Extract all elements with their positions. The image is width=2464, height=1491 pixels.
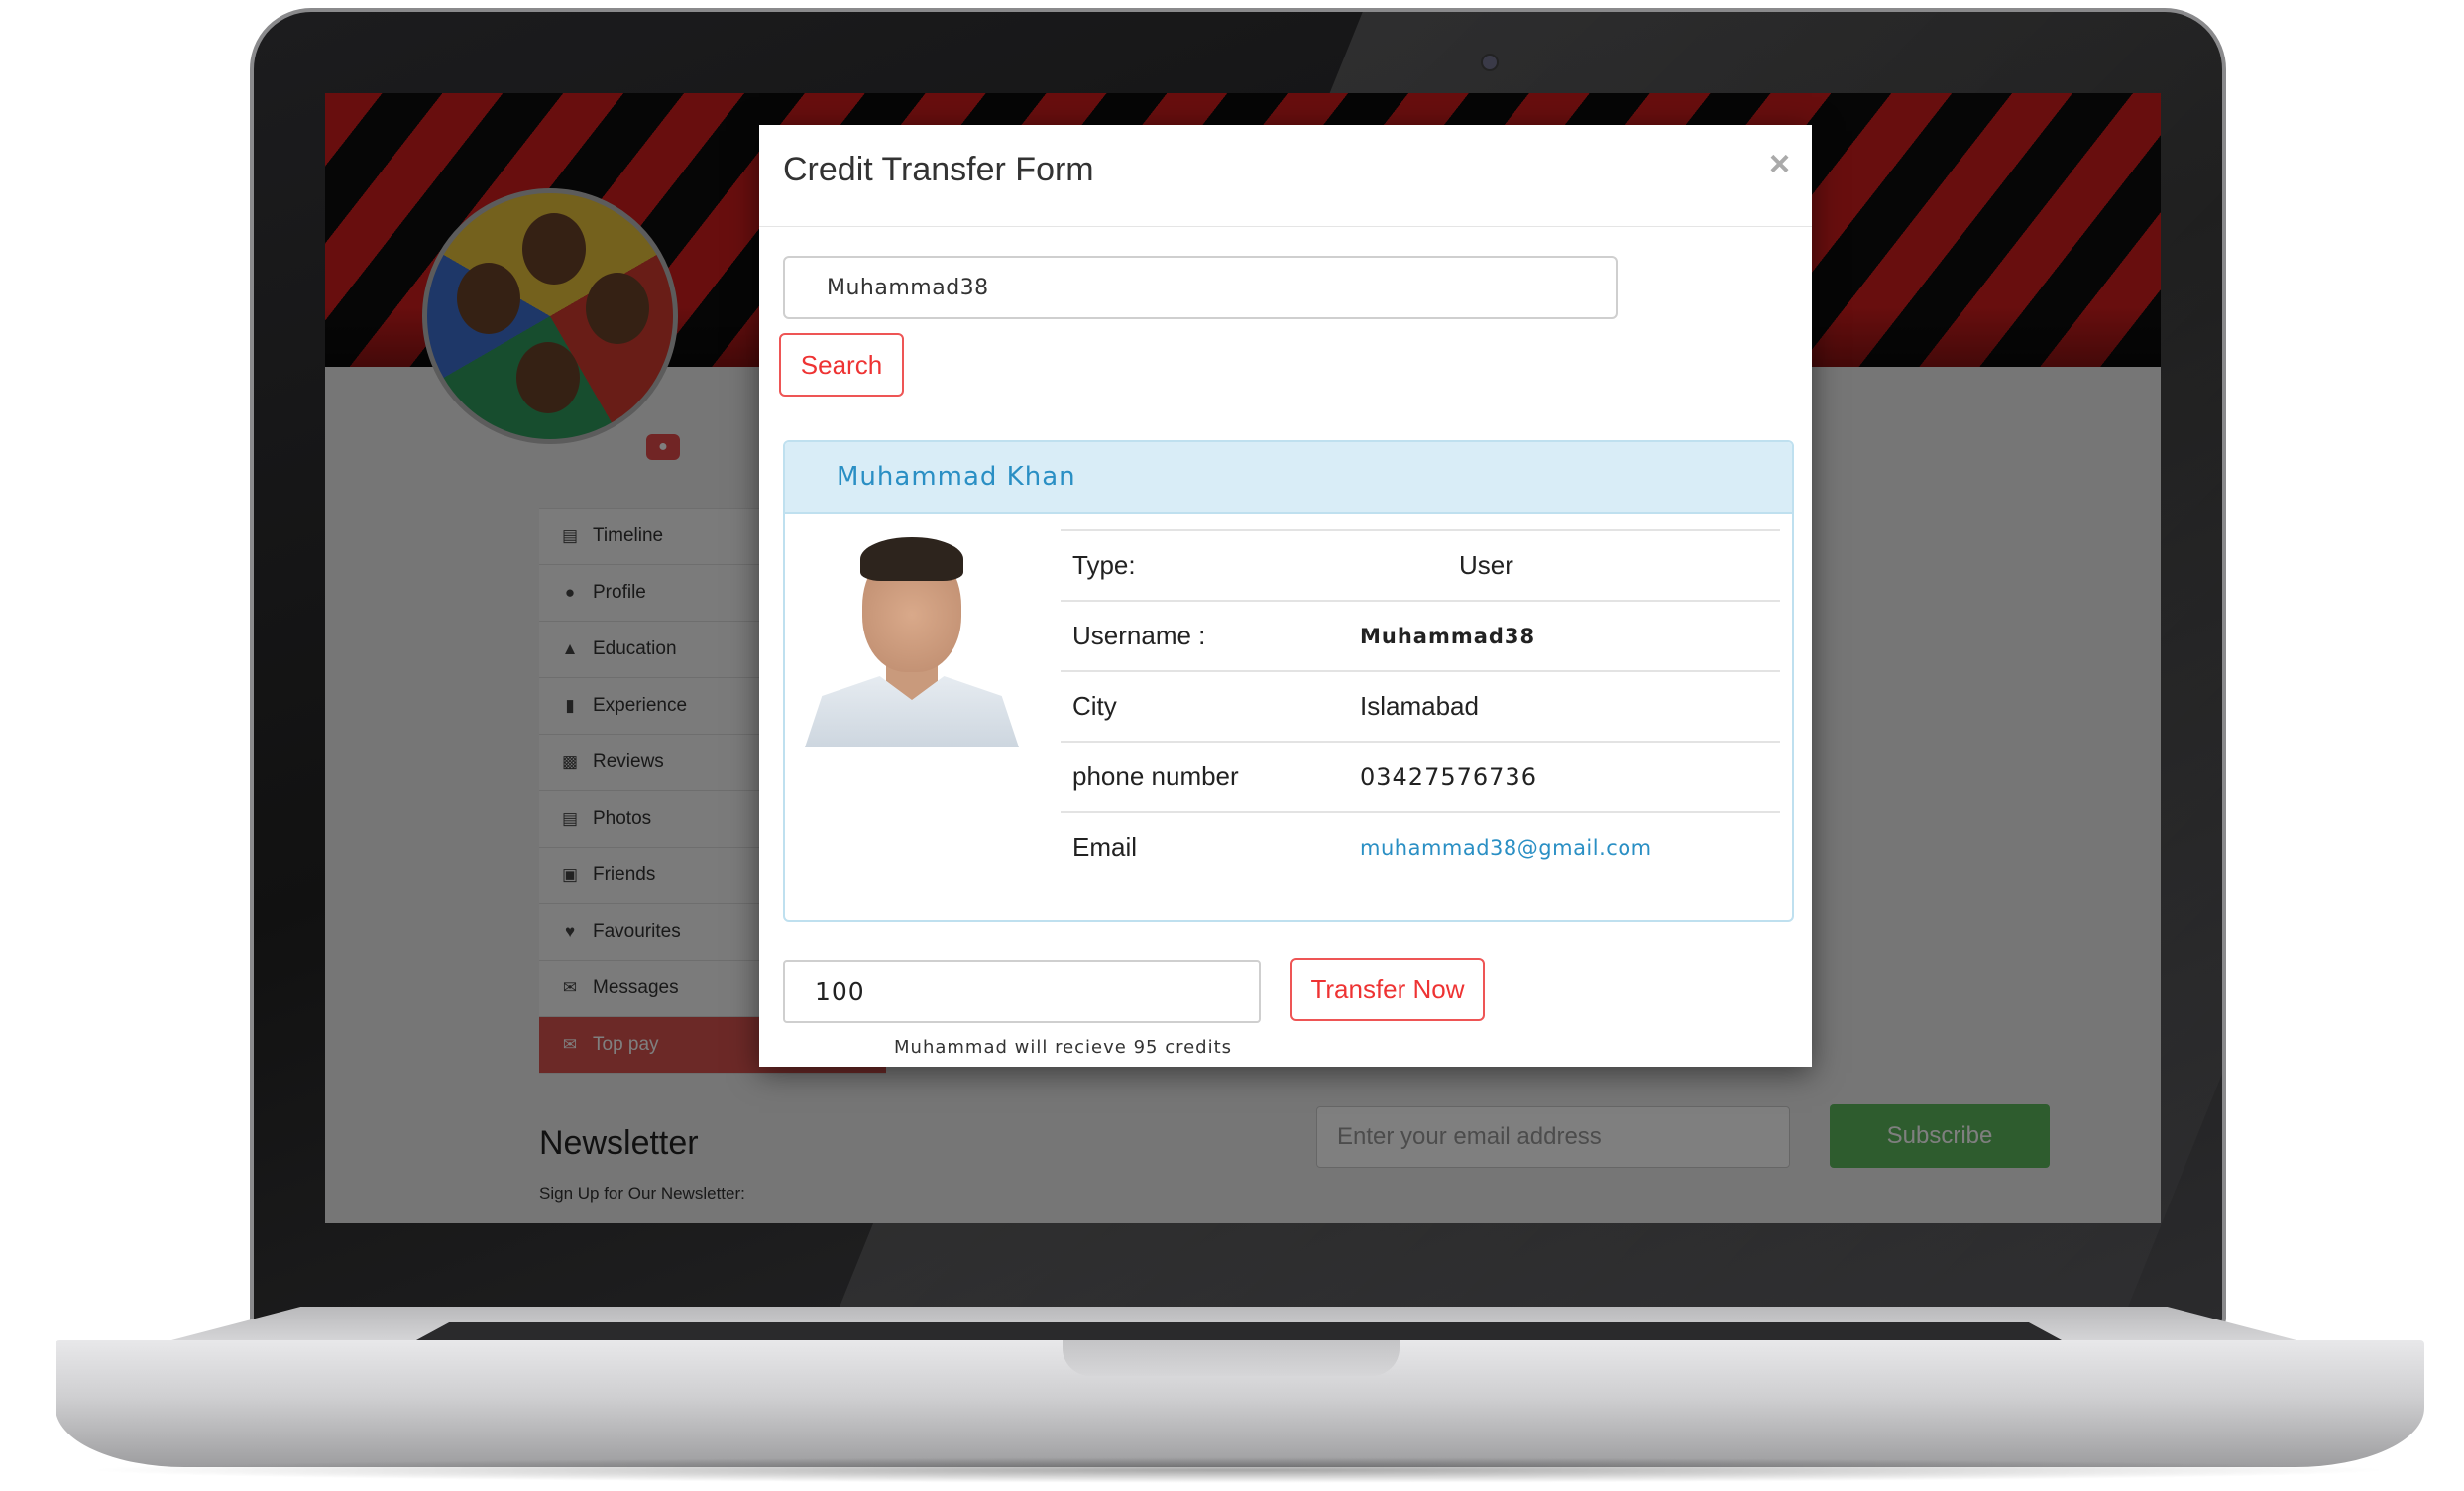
receive-credits-hint: Muhammad will recieve 95 credits [894, 1037, 1233, 1058]
keyboard-edge [416, 1322, 2062, 1340]
field-label: Email [1061, 811, 1360, 881]
user-details-table: Type: User Username : Muhammad38 City Is… [1061, 529, 1780, 881]
field-value-city: Islamabad [1360, 670, 1780, 742]
laptop-shadow [79, 1457, 2399, 1483]
field-value-type: User [1360, 529, 1780, 601]
field-label: Type: [1061, 529, 1360, 601]
user-photo [805, 533, 1019, 747]
field-value-username: Muhammad38 [1360, 600, 1780, 671]
table-row: phone number 03427576736 [1061, 741, 1780, 812]
laptop-screen: ● ▤ Timeline ● Profile ▲ Education ▮ Exp… [325, 93, 2161, 1223]
search-button[interactable]: Search [779, 333, 904, 397]
field-value-phone: 03427576736 [1360, 741, 1780, 812]
table-row: Username : Muhammad38 [1061, 600, 1780, 671]
field-label: City [1061, 670, 1360, 742]
laptop-notch [1063, 1340, 1400, 1376]
user-info-panel: Muhammad Khan Type: User Username : Muha… [783, 440, 1794, 922]
modal-title: Credit Transfer Form [783, 151, 1094, 188]
close-icon[interactable]: × [1769, 143, 1790, 184]
field-label: phone number [1061, 741, 1360, 812]
table-row: Email muhammad38@gmail.com [1061, 811, 1780, 881]
credit-transfer-modal: Credit Transfer Form × Muhammad38 Search… [759, 125, 1812, 1067]
photo-hair [860, 537, 963, 581]
credit-amount-input[interactable]: 100 [783, 960, 1261, 1023]
transfer-now-button[interactable]: Transfer Now [1290, 958, 1485, 1021]
table-row: Type: User [1061, 529, 1780, 601]
modal-header: Credit Transfer Form × [759, 125, 1812, 227]
username-search-input[interactable]: Muhammad38 [783, 256, 1618, 319]
webcam [1481, 54, 1499, 71]
table-row: City Islamabad [1061, 670, 1780, 742]
email-link[interactable]: muhammad38@gmail.com [1360, 811, 1780, 881]
field-label: Username : [1061, 600, 1360, 671]
user-full-name: Muhammad Khan [785, 442, 1792, 514]
